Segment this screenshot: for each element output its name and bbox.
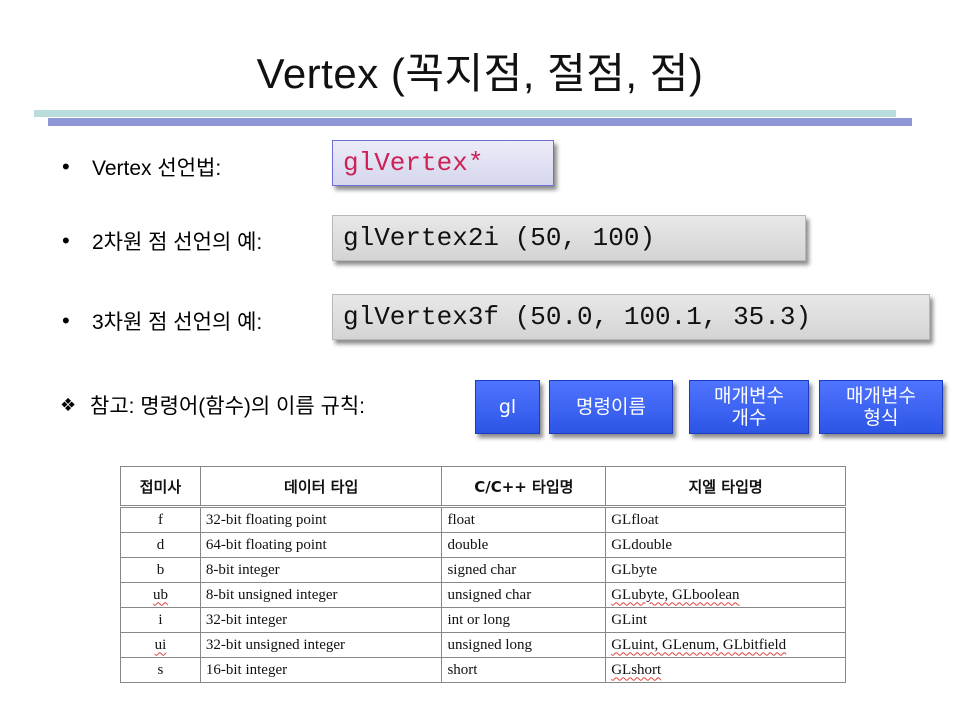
naming-rule-note: ❖ 참고: 명령어(함수)의 이름 규칙:: [60, 390, 365, 420]
naming-part-gl: gl: [475, 380, 540, 434]
naming-part-line1: 명령이름: [576, 396, 646, 418]
table-header-row: 접미사 데이터 타입 C/C++ 타입명 지엘 타입명: [120, 466, 846, 507]
cell-c-type: unsigned char: [441, 582, 607, 608]
naming-part-command: 명령이름: [549, 380, 673, 434]
gl-type-table: 접미사 데이터 타입 C/C++ 타입명 지엘 타입명 f 32-bit flo…: [120, 466, 846, 683]
bullet-item-declaration: • Vertex 선언법:: [62, 152, 221, 182]
naming-part-line2: 개수: [731, 407, 767, 429]
header-data-type: 데이터 타입: [199, 466, 443, 507]
cell-suffix: ub: [120, 582, 201, 608]
cell-suffix: i: [120, 607, 201, 633]
table-row: i 32-bit integer int or long GLint: [120, 607, 846, 633]
cell-c-type: float: [441, 505, 607, 533]
cell-c-type: short: [441, 657, 607, 683]
cell-gl-type: GLubyte, GLboolean: [605, 582, 846, 608]
cell-gl-type: GLint: [605, 607, 846, 633]
cell-c-type: int or long: [441, 607, 607, 633]
cell-suffix: f: [120, 505, 201, 533]
bullet-item-2d-example: • 2차원 점 선언의 예:: [62, 226, 262, 256]
bullet-label: Vertex 선언법:: [92, 157, 222, 180]
diamond-bullet-icon: ❖: [60, 394, 77, 415]
cell-gl-type: GLbyte: [605, 557, 846, 583]
cell-data-type: 16-bit integer: [199, 657, 443, 683]
bullet-dot-icon: •: [62, 308, 70, 333]
title-rule-dark: [48, 118, 912, 126]
table-row: f 32-bit floating point float GLfloat: [120, 505, 846, 533]
bullet-dot-icon: •: [62, 228, 70, 253]
cell-c-type: double: [441, 532, 607, 558]
cell-c-type: unsigned long: [441, 632, 607, 658]
table-row: d 64-bit floating point double GLdouble: [120, 532, 846, 558]
naming-part-line1: 매개변수: [846, 385, 916, 407]
header-gl-type: 지엘 타입명: [605, 466, 846, 507]
cell-data-type: 32-bit floating point: [199, 505, 443, 533]
cell-gl-type: GLuint, GLenum, GLbitfield: [605, 632, 846, 658]
bullet-label: 3차원 점 선언의 예:: [92, 311, 263, 334]
naming-rule-label: 참고: 명령어(함수)의 이름 규칙:: [90, 395, 365, 418]
cell-gl-type: GLfloat: [605, 505, 846, 533]
slide-title: Vertex (꼭지점, 절점, 점): [256, 50, 704, 97]
cell-data-type: 8-bit unsigned integer: [199, 582, 443, 608]
naming-part-line1: gl: [498, 396, 517, 418]
code-box-2d-example: glVertex2i (50, 100): [332, 215, 806, 261]
cell-suffix: d: [120, 532, 201, 558]
cell-suffix: b: [120, 557, 201, 583]
naming-part-param-count: 매개변수 개수: [689, 380, 809, 434]
cell-data-type: 32-bit unsigned integer: [199, 632, 443, 658]
code-box-3d-example: glVertex3f (50.0, 100.1, 35.3): [332, 294, 930, 340]
table-row: ub 8-bit unsigned integer unsigned char …: [120, 582, 846, 608]
bullet-label: 2차원 점 선언의 예:: [92, 231, 263, 254]
bullet-dot-icon: •: [62, 154, 70, 179]
cell-suffix: ui: [120, 632, 201, 658]
table-row: s 16-bit integer short GLshort: [120, 657, 846, 683]
header-suffix: 접미사: [120, 466, 201, 507]
header-c-type: C/C++ 타입명: [441, 466, 607, 507]
table-row: ui 32-bit unsigned integer unsigned long…: [120, 632, 846, 658]
naming-part-line2: 형식: [863, 407, 899, 429]
code-box-glvertex: glVertex*: [332, 140, 554, 186]
cell-data-type: 32-bit integer: [199, 607, 443, 633]
naming-part-line1: 매개변수: [714, 385, 784, 407]
cell-data-type: 8-bit integer: [199, 557, 443, 583]
cell-gl-type: GLshort: [605, 657, 846, 683]
cell-suffix: s: [120, 657, 201, 683]
table-row: b 8-bit integer signed char GLbyte: [120, 557, 846, 583]
bullet-item-3d-example: • 3차원 점 선언의 예:: [62, 306, 262, 336]
cell-data-type: 64-bit floating point: [199, 532, 443, 558]
naming-part-param-type: 매개변수 형식: [819, 380, 943, 434]
cell-gl-type: GLdouble: [605, 532, 846, 558]
cell-c-type: signed char: [441, 557, 607, 583]
title-rule-light: [34, 110, 896, 117]
